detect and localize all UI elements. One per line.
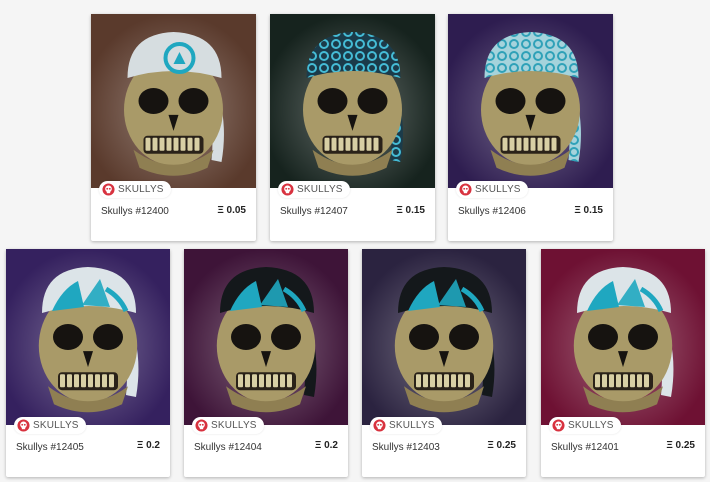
- skull-artwork: [91, 14, 256, 188]
- collection-label: SKULLYS: [568, 420, 614, 431]
- nft-card[interactable]: SKULLYS Skullys #12401 Ξ 0.25: [541, 249, 705, 477]
- nft-name: Skullys #12403: [372, 442, 440, 453]
- nft-image: [91, 14, 256, 188]
- eth-icon: Ξ: [314, 440, 322, 451]
- nft-image: [184, 249, 348, 425]
- skull-artwork: [362, 249, 526, 425]
- nft-name: Skullys #12404: [194, 442, 262, 453]
- nft-card[interactable]: SKULLYS Skullys #12405 Ξ 0.2: [6, 249, 170, 477]
- collection-label: SKULLYS: [211, 420, 257, 431]
- skull-logo-icon: [373, 419, 386, 432]
- nft-price: Ξ 0.15: [574, 205, 603, 216]
- nft-name: Skullys #12401: [551, 442, 619, 453]
- nft-price: Ξ 0.15: [396, 205, 425, 216]
- eth-icon: Ξ: [487, 440, 494, 451]
- skull-logo-icon: [195, 419, 208, 432]
- eth-icon: Ξ: [136, 440, 144, 451]
- nft-image: [6, 249, 170, 425]
- skull-artwork: [448, 14, 613, 188]
- collection-badge[interactable]: SKULLYS: [14, 417, 86, 434]
- skull-artwork: [541, 249, 705, 425]
- eth-icon: Ξ: [666, 440, 673, 451]
- nft-name: Skullys #12405: [16, 442, 84, 453]
- skull-artwork: [184, 249, 348, 425]
- skull-artwork: [6, 249, 170, 425]
- skull-logo-icon: [459, 183, 472, 196]
- nft-price: Ξ 0.2: [136, 440, 160, 451]
- nft-name: Skullys #12406: [458, 206, 526, 217]
- nft-name: Skullys #12407: [280, 206, 348, 217]
- collection-label: SKULLYS: [118, 184, 164, 195]
- collection-label: SKULLYS: [297, 184, 343, 195]
- nft-card[interactable]: SKULLYS Skullys #12403 Ξ 0.25: [362, 249, 526, 477]
- collection-label: SKULLYS: [33, 420, 79, 431]
- collection-badge[interactable]: SKULLYS: [370, 417, 442, 434]
- nft-price: Ξ 0.25: [487, 440, 516, 451]
- nft-name: Skullys #12400: [101, 206, 169, 217]
- eth-icon: Ξ: [217, 205, 224, 216]
- nft-card[interactable]: SKULLYS Skullys #12406 Ξ 0.15: [448, 14, 613, 241]
- nft-price: Ξ 0.05: [217, 205, 246, 216]
- collection-badge[interactable]: SKULLYS: [192, 417, 264, 434]
- skull-artwork: [270, 14, 435, 188]
- collection-badge[interactable]: SKULLYS: [456, 181, 528, 198]
- skull-logo-icon: [102, 183, 115, 196]
- collection-badge[interactable]: SKULLYS: [99, 181, 171, 198]
- nft-price: Ξ 0.25: [666, 440, 695, 451]
- collection-badge[interactable]: SKULLYS: [278, 181, 350, 198]
- collection-label: SKULLYS: [389, 420, 435, 431]
- nft-image: [362, 249, 526, 425]
- skull-logo-icon: [17, 419, 30, 432]
- skull-logo-icon: [552, 419, 565, 432]
- nft-card[interactable]: SKULLYS Skullys #12404 Ξ 0.2: [184, 249, 348, 477]
- eth-icon: Ξ: [574, 205, 581, 216]
- nft-image: [270, 14, 435, 188]
- nft-card[interactable]: SKULLYS Skullys #12400 Ξ 0.05: [91, 14, 256, 241]
- nft-price: Ξ 0.2: [314, 440, 338, 451]
- skull-logo-icon: [281, 183, 294, 196]
- collection-label: SKULLYS: [475, 184, 521, 195]
- nft-card[interactable]: SKULLYS Skullys #12407 Ξ 0.15: [270, 14, 435, 241]
- collection-badge[interactable]: SKULLYS: [549, 417, 621, 434]
- nft-image: [541, 249, 705, 425]
- eth-icon: Ξ: [396, 205, 403, 216]
- nft-image: [448, 14, 613, 188]
